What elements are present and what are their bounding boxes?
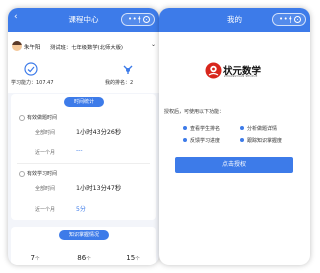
logo-emblem-icon (205, 62, 222, 79)
divider (17, 163, 150, 164)
effective-question-title: 有效做题时间 (27, 115, 58, 121)
knowledge-section-title: 知识掌握情况 (59, 230, 109, 240)
bullet-icon (183, 126, 187, 130)
stat-item-mastered: 7个 精通 (21, 245, 49, 265)
auth-intro-text: 授权后，可使用以下功能： (164, 109, 225, 115)
stat-item-skilled: 15个 熟练 (119, 245, 147, 265)
knowledge-card: 知识掌握情况 7个 精通 86个 掌握 15个 熟练 (11, 227, 156, 265)
bullet-icon (240, 138, 244, 142)
course-center-screen: ‹ 课程中心 ••• 朱午阳 测试班：七年级数学(北师大版) ⌄ 学习能力：10… (8, 8, 159, 265)
stat-value: 15 (126, 254, 136, 262)
logo-subtext: ZHUANGYUAN SHUXUE (224, 75, 258, 78)
ability-label: 学习能力：107.47 (11, 80, 54, 86)
feature-item: 查看学生排名 (190, 126, 221, 132)
feature-item: 反馈学习进度 (190, 138, 221, 144)
mine-screen: 我的 ••• 状元数学 ZHUANGYUAN SHUXUE 授权后，可使用以下功… (159, 8, 310, 265)
question-total-value: 1小时43分26秒 (76, 129, 122, 136)
study-total-value: 1小时13分47秒 (76, 185, 122, 192)
bullet-icon (240, 126, 244, 130)
capsule-divider (290, 16, 291, 23)
bullet-icon (183, 138, 187, 142)
capsule-divider (139, 16, 140, 23)
nav-bar: 我的 ••• (159, 8, 310, 32)
summary-row: 学习能力：107.47 我的排名：2 (8, 58, 159, 93)
authorize-button[interactable]: 点击授权 (175, 157, 293, 173)
time-stats-card: 时间统计 有效做题时间 全部时间 1小时43分26秒 近一个月 --- 有效学习… (11, 94, 156, 220)
stat-unit: 个 (135, 257, 140, 262)
avatar (12, 41, 22, 51)
ranking-icon (121, 61, 135, 75)
stat-unit: 个 (86, 257, 91, 262)
feature-item: 跟踪知识掌握度 (247, 138, 283, 144)
user-row: 朱午阳 测试班：七年级数学(北师大版) ⌄ (8, 32, 159, 58)
stat-item-grasped: 86个 掌握 (70, 245, 98, 265)
miniprogram-capsule[interactable]: ••• (272, 13, 306, 26)
nav-bar: ‹ 课程中心 ••• (8, 8, 159, 32)
brand-logo: 状元数学 ZHUANGYUAN SHUXUE (205, 60, 275, 84)
subject-select[interactable]: 测试班：七年级数学(北师大版) ⌄ (50, 40, 156, 52)
circle-dot-icon (19, 171, 25, 177)
miniprogram-capsule[interactable]: ••• (121, 13, 155, 26)
question-total-label: 全部时间 (35, 130, 56, 136)
study-total-label: 全部时间 (35, 186, 56, 192)
subject-select-value: 测试班：七年级数学(北师大版) (50, 45, 123, 51)
circle-dot-icon (19, 115, 25, 121)
study-month-label: 近一个月 (35, 207, 56, 213)
close-target-icon[interactable] (143, 16, 150, 23)
chevron-down-icon: ⌄ (150, 41, 156, 48)
time-section-title: 时间统计 (64, 97, 104, 107)
stat-value: 86 (77, 254, 87, 262)
ranking-label: 我的排名：2 (105, 80, 134, 86)
study-month-value: 5分 (76, 206, 86, 213)
ability-icon (24, 61, 38, 76)
close-target-icon[interactable] (294, 16, 301, 23)
question-month-label: 近一个月 (35, 150, 56, 156)
question-month-value: --- (76, 147, 83, 154)
feature-item: 分析做题详情 (247, 126, 278, 132)
stat-unit: 个 (34, 257, 40, 262)
effective-study-title: 有效学习时间 (27, 171, 58, 177)
user-name: 朱午阳 (24, 45, 41, 51)
